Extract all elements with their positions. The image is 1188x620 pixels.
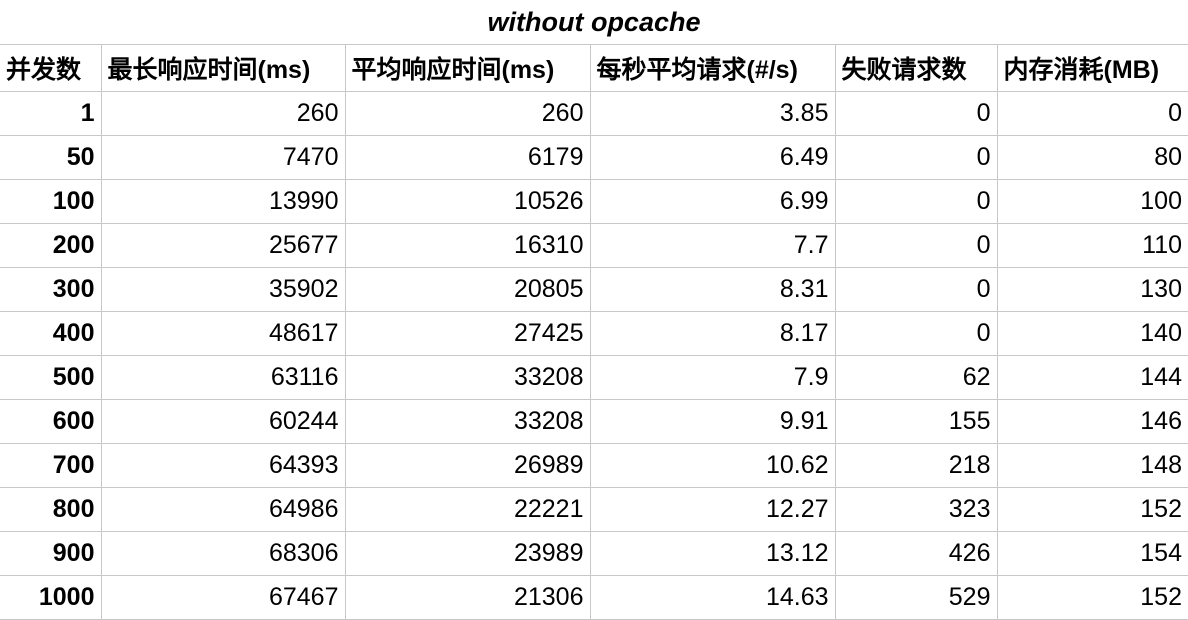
cell-max-response-time: 60244 (101, 399, 346, 444)
cell-failed-requests: 62 (835, 355, 998, 400)
cell-memory-usage: 154 (997, 531, 1188, 576)
cell-avg-response-time: 23989 (345, 531, 591, 576)
cell-max-response-time: 63116 (101, 355, 346, 400)
cell-avg-response-time: 16310 (345, 223, 591, 268)
table-row: 500 63116 33208 7.9 62 144 (0, 355, 1188, 400)
cell-avg-response-time: 260 (345, 91, 591, 136)
cell-memory-usage: 110 (997, 223, 1188, 268)
cell-failed-requests: 155 (835, 399, 998, 444)
cell-concurrency: 1 (0, 91, 102, 136)
cell-requests-per-second: 9.91 (590, 399, 836, 444)
cell-concurrency: 700 (0, 443, 102, 488)
cell-failed-requests: 426 (835, 531, 998, 576)
header-max-response-time: 最长响应时间(ms) (101, 44, 346, 92)
cell-requests-per-second: 7.9 (590, 355, 836, 400)
header-requests-per-second: 每秒平均请求(#/s) (590, 44, 836, 92)
cell-memory-usage: 152 (997, 487, 1188, 532)
cell-avg-response-time: 33208 (345, 355, 591, 400)
cell-failed-requests: 0 (835, 91, 998, 136)
cell-memory-usage: 144 (997, 355, 1188, 400)
cell-max-response-time: 7470 (101, 135, 346, 180)
cell-requests-per-second: 6.99 (590, 179, 836, 224)
header-failed-requests: 失败请求数 (835, 44, 998, 92)
cell-concurrency: 500 (0, 355, 102, 400)
cell-max-response-time: 48617 (101, 311, 346, 356)
header-concurrency: 并发数 (0, 44, 102, 92)
cell-requests-per-second: 13.12 (590, 531, 836, 576)
table-row: 200 25677 16310 7.7 0 110 (0, 223, 1188, 268)
cell-concurrency: 800 (0, 487, 102, 532)
cell-avg-response-time: 27425 (345, 311, 591, 356)
header-row: 并发数 最长响应时间(ms) 平均响应时间(ms) 每秒平均请求(#/s) 失败… (0, 44, 1188, 92)
cell-failed-requests: 0 (835, 311, 998, 356)
cell-requests-per-second: 3.85 (590, 91, 836, 136)
cell-memory-usage: 130 (997, 267, 1188, 312)
cell-memory-usage: 140 (997, 311, 1188, 356)
cell-avg-response-time: 20805 (345, 267, 591, 312)
table-row: 900 68306 23989 13.12 426 154 (0, 531, 1188, 576)
cell-avg-response-time: 26989 (345, 443, 591, 488)
table-row: 300 35902 20805 8.31 0 130 (0, 267, 1188, 312)
cell-failed-requests: 0 (835, 135, 998, 180)
cell-requests-per-second: 14.63 (590, 575, 836, 620)
cell-failed-requests: 0 (835, 179, 998, 224)
cell-concurrency: 900 (0, 531, 102, 576)
cell-concurrency: 100 (0, 179, 102, 224)
cell-requests-per-second: 8.31 (590, 267, 836, 312)
table-body: 1 260 260 3.85 0 0 50 7470 6179 6.49 0 80 100 13990 10… (0, 91, 1188, 620)
cell-avg-response-time: 21306 (345, 575, 591, 620)
cell-max-response-time: 260 (101, 91, 346, 136)
header-avg-response-time: 平均响应时间(ms) (345, 44, 591, 92)
cell-concurrency: 300 (0, 267, 102, 312)
cell-concurrency: 400 (0, 311, 102, 356)
table-title: without opcache (487, 7, 701, 37)
cell-memory-usage: 146 (997, 399, 1188, 444)
cell-avg-response-time: 6179 (345, 135, 591, 180)
cell-max-response-time: 64986 (101, 487, 346, 532)
cell-concurrency: 1000 (0, 575, 102, 620)
table-row: 1000 67467 21306 14.63 529 152 (0, 575, 1188, 620)
cell-concurrency: 600 (0, 399, 102, 444)
cell-failed-requests: 218 (835, 443, 998, 488)
header-memory-usage: 内存消耗(MB) (997, 44, 1188, 92)
cell-max-response-time: 35902 (101, 267, 346, 312)
table-row: 600 60244 33208 9.91 155 146 (0, 399, 1188, 444)
cell-failed-requests: 323 (835, 487, 998, 532)
cell-failed-requests: 0 (835, 267, 998, 312)
benchmark-table: 并发数 最长响应时间(ms) 平均响应时间(ms) 每秒平均请求(#/s) 失败… (0, 44, 1188, 620)
cell-avg-response-time: 33208 (345, 399, 591, 444)
table-row: 400 48617 27425 8.17 0 140 (0, 311, 1188, 356)
cell-requests-per-second: 8.17 (590, 311, 836, 356)
cell-concurrency: 200 (0, 223, 102, 268)
cell-requests-per-second: 7.7 (590, 223, 836, 268)
cell-requests-per-second: 10.62 (590, 443, 836, 488)
cell-failed-requests: 0 (835, 223, 998, 268)
table-row: 1 260 260 3.85 0 0 (0, 91, 1188, 136)
cell-memory-usage: 100 (997, 179, 1188, 224)
cell-requests-per-second: 12.27 (590, 487, 836, 532)
table-row: 100 13990 10526 6.99 0 100 (0, 179, 1188, 224)
cell-memory-usage: 80 (997, 135, 1188, 180)
cell-avg-response-time: 22221 (345, 487, 591, 532)
cell-avg-response-time: 10526 (345, 179, 591, 224)
cell-max-response-time: 64393 (101, 443, 346, 488)
table-row: 800 64986 22221 12.27 323 152 (0, 487, 1188, 532)
cell-requests-per-second: 6.49 (590, 135, 836, 180)
cell-memory-usage: 148 (997, 443, 1188, 488)
cell-memory-usage: 152 (997, 575, 1188, 620)
table-row: 50 7470 6179 6.49 0 80 (0, 135, 1188, 180)
cell-failed-requests: 529 (835, 575, 998, 620)
cell-max-response-time: 13990 (101, 179, 346, 224)
table-row: 700 64393 26989 10.62 218 148 (0, 443, 1188, 488)
cell-concurrency: 50 (0, 135, 102, 180)
cell-max-response-time: 68306 (101, 531, 346, 576)
cell-memory-usage: 0 (997, 91, 1188, 136)
cell-max-response-time: 25677 (101, 223, 346, 268)
cell-max-response-time: 67467 (101, 575, 346, 620)
